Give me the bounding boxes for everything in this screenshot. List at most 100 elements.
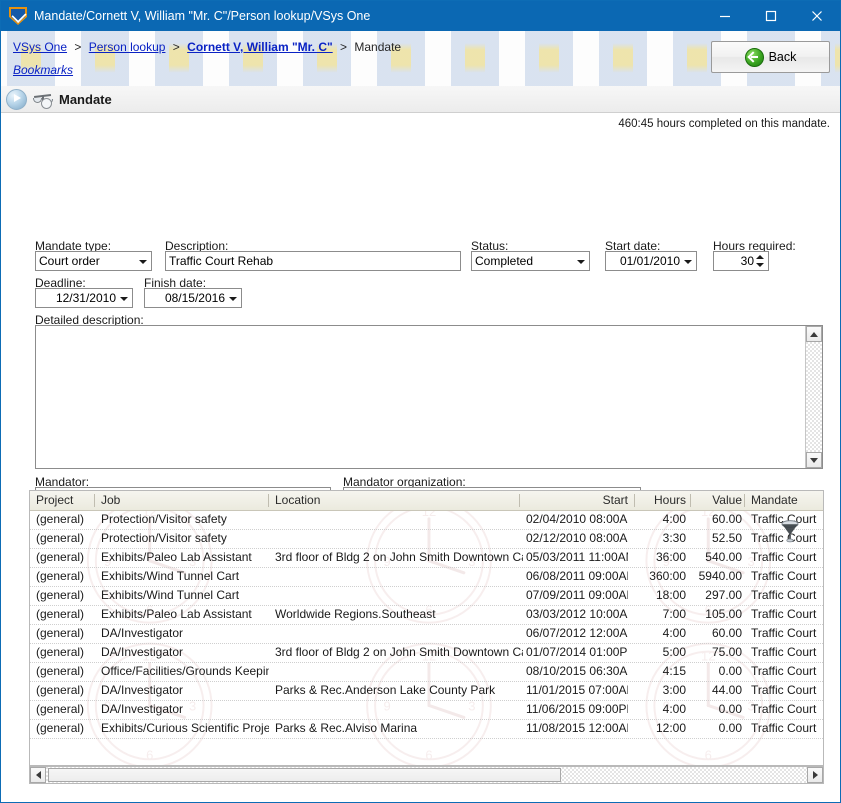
- cell-value: 105.00: [694, 607, 742, 621]
- detailed-description-textarea[interactable]: [35, 325, 823, 469]
- finish-date-picker[interactable]: 08/15/2016: [144, 288, 242, 308]
- cell-location: Parks & Rec.Alviso Marina: [275, 721, 523, 735]
- cell-project: (general): [36, 626, 94, 640]
- column-header-value[interactable]: Value: [694, 493, 742, 507]
- deadline-picker[interactable]: 12/31/2010: [35, 288, 133, 308]
- table-row[interactable]: (general)Exhibits/Paleo Lab Assistant3rd…: [30, 549, 823, 568]
- cell-hours: 18:00: [638, 588, 686, 602]
- mandate-type-select[interactable]: Court order: [35, 251, 152, 271]
- table-row[interactable]: (general)DA/Investigator06/07/2012 12:00…: [30, 625, 823, 644]
- page-title: Mandate: [59, 92, 112, 107]
- horizontal-scroll-thumb[interactable]: [48, 768, 561, 782]
- breadcrumb-item-person-lookup[interactable]: Person lookup: [89, 40, 166, 54]
- cell-job: Protection/Visitor safety: [101, 531, 269, 545]
- cell-mandate: Traffic Court Re: [751, 569, 819, 583]
- play-circle-icon[interactable]: [6, 89, 27, 110]
- column-divider[interactable]: [744, 494, 745, 507]
- description-input[interactable]: Traffic Court Rehab: [165, 251, 461, 271]
- spinner-up-icon[interactable]: [756, 255, 764, 259]
- table-row[interactable]: (general)Protection/Visitor safety02/12/…: [30, 530, 823, 549]
- scroll-down-button[interactable]: [806, 452, 822, 468]
- cell-project: (general): [36, 588, 94, 602]
- cell-mandate: Traffic Court Re: [751, 683, 819, 697]
- cell-project: (general): [36, 702, 94, 716]
- cell-hours: 4:00: [638, 512, 686, 526]
- cell-job: DA/Investigator: [101, 645, 269, 659]
- column-divider[interactable]: [690, 494, 691, 507]
- cell-value: 60.00: [694, 626, 742, 640]
- cell-start: 02/04/2010 08:00AM: [526, 512, 628, 526]
- breadcrumb-separator: >: [340, 40, 347, 54]
- table-row[interactable]: (general)Exhibits/Wind Tunnel Cart07/09/…: [30, 587, 823, 606]
- table-row[interactable]: (general)Exhibits/Curious Scientific Pro…: [30, 720, 823, 739]
- cell-value: 75.00: [694, 645, 742, 659]
- status-select[interactable]: Completed: [471, 251, 590, 271]
- scroll-left-button[interactable]: [30, 767, 46, 783]
- column-divider[interactable]: [94, 494, 95, 507]
- cell-project: (general): [36, 645, 94, 659]
- window-controls: [702, 1, 840, 31]
- table-row[interactable]: (general)Office/Facilities/Grounds Keepi…: [30, 663, 823, 682]
- cell-mandate: Traffic Court Re: [751, 607, 819, 621]
- cell-hours: 12:00: [638, 721, 686, 735]
- cell-mandate: Traffic Court Re: [751, 702, 819, 716]
- grid-header-row: Project Job Location Start Hours Value M…: [30, 491, 823, 511]
- start-date-picker[interactable]: 01/01/2010: [605, 251, 697, 271]
- column-divider[interactable]: [519, 494, 520, 507]
- column-header-project[interactable]: Project: [36, 493, 73, 507]
- hours-required-stepper[interactable]: 30: [713, 251, 769, 271]
- cell-mandate: Traffic Court Re: [751, 645, 819, 659]
- scroll-right-button[interactable]: [807, 767, 823, 783]
- chevron-down-icon: [577, 260, 585, 264]
- cell-project: (general): [36, 607, 94, 621]
- scroll-up-button[interactable]: [806, 326, 822, 342]
- close-button[interactable]: [794, 1, 840, 31]
- cell-value: 540.00: [694, 550, 742, 564]
- column-header-job[interactable]: Job: [101, 493, 120, 507]
- breadcrumb-separator: >: [74, 40, 81, 54]
- table-row[interactable]: (general)Exhibits/Wind Tunnel Cart06/08/…: [30, 568, 823, 587]
- hours-required-value: 30: [741, 254, 754, 268]
- column-divider[interactable]: [268, 494, 269, 507]
- cell-job: DA/Investigator: [101, 626, 269, 640]
- cell-value: 44.00: [694, 683, 742, 697]
- cell-value: 60.00: [694, 512, 742, 526]
- column-divider[interactable]: [634, 494, 635, 507]
- table-row[interactable]: (general)Protection/Visitor safety02/04/…: [30, 511, 823, 530]
- cell-project: (general): [36, 550, 94, 564]
- breadcrumb-item-person[interactable]: Cornett V, William "Mr. C": [187, 40, 333, 54]
- detailed-description-scrollbar[interactable]: [805, 326, 822, 468]
- triangle-up-icon: [810, 332, 818, 337]
- table-row[interactable]: (general)DA/Investigator11/06/2015 09:00…: [30, 701, 823, 720]
- table-row[interactable]: (general)DA/InvestigatorParks & Rec.Ande…: [30, 682, 823, 701]
- spinner-down-icon[interactable]: [756, 263, 764, 267]
- cell-hours: 5:00: [638, 645, 686, 659]
- back-button[interactable]: Back: [711, 41, 830, 73]
- status-value: Completed: [475, 254, 533, 268]
- cell-mandate: Traffic Court Re: [751, 664, 819, 678]
- column-header-mandate[interactable]: Mandate: [751, 493, 798, 507]
- mandate-type-value: Court order: [39, 254, 100, 268]
- breadcrumb-item-vsys-one[interactable]: VSys One: [13, 40, 67, 54]
- cell-hours: 3:00: [638, 683, 686, 697]
- maximize-button[interactable]: [748, 1, 794, 31]
- table-row[interactable]: (general)DA/Investigator3rd floor of Bld…: [30, 644, 823, 663]
- cell-start: 01/07/2014 01:00PM: [526, 645, 628, 659]
- cell-job: Office/Facilities/Grounds Keeping: [101, 664, 269, 678]
- bookmarks-link[interactable]: Bookmarks: [13, 63, 73, 77]
- cell-hours: 3:30: [638, 531, 686, 545]
- cell-start: 03/03/2012 10:00AM: [526, 607, 628, 621]
- cell-start: 07/09/2011 09:00AM: [526, 588, 628, 602]
- cell-project: (general): [36, 569, 94, 583]
- column-header-start[interactable]: Start: [526, 493, 628, 507]
- assignments-grid[interactable]: 12369 12369 12369 12369 12369 12369 Proj…: [29, 490, 824, 766]
- cell-value: 0.00: [694, 721, 742, 735]
- column-header-location[interactable]: Location: [275, 493, 320, 507]
- grid-horizontal-scrollbar[interactable]: [29, 766, 824, 784]
- cell-job: Exhibits/Paleo Lab Assistant: [101, 607, 269, 621]
- column-header-hours[interactable]: Hours: [638, 493, 686, 507]
- table-row[interactable]: (general)Exhibits/Paleo Lab AssistantWor…: [30, 606, 823, 625]
- minimize-button[interactable]: [702, 1, 748, 31]
- cell-job: Exhibits/Paleo Lab Assistant: [101, 550, 269, 564]
- cell-job: DA/Investigator: [101, 702, 269, 716]
